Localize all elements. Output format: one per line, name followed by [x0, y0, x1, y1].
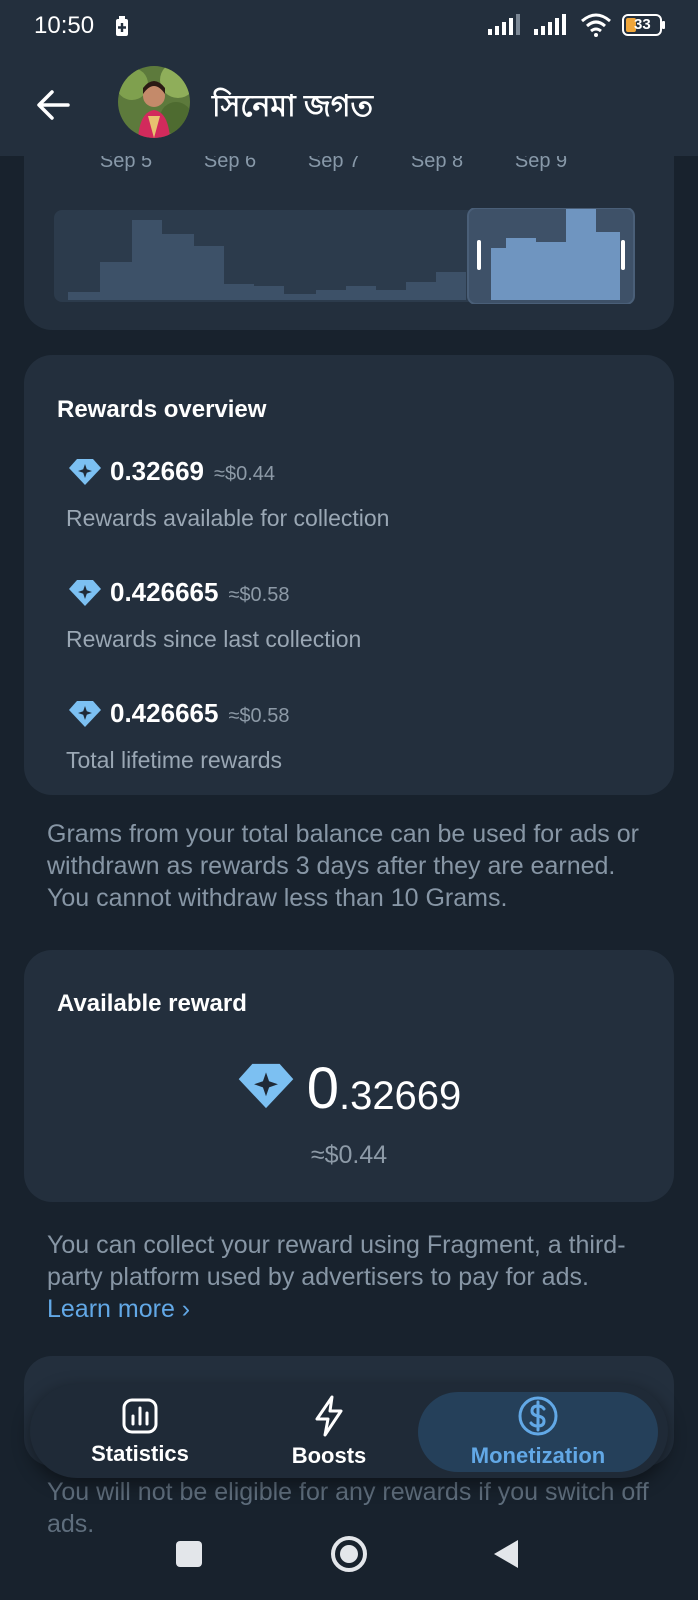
wifi-icon: [581, 13, 611, 37]
reward-amount-row: 0.426665 ≈$0.58: [68, 698, 289, 729]
recents-button[interactable]: [176, 1541, 202, 1567]
back-arrow-icon[interactable]: [28, 80, 78, 130]
bar-chart-icon: [122, 1398, 158, 1434]
balance-info-text: Grams from your total balance can be use…: [47, 820, 639, 912]
reward-amount-integer: 0: [306, 1056, 339, 1121]
reward-usd: ≈$0.58: [228, 584, 290, 606]
reward-amount: 0.426665: [110, 698, 219, 728]
fragment-info-text: You can collect your reward using Fragme…: [47, 1229, 657, 1325]
channel-avatar[interactable]: [118, 66, 190, 138]
ton-diamond-icon: [69, 579, 101, 606]
chart-range-selector[interactable]: [54, 208, 644, 304]
ton-diamond-icon: [238, 1063, 293, 1109]
reward-amount-row: 0.32669 ≈$0.44: [68, 456, 275, 487]
reward-amount-fraction: .32669: [338, 1074, 462, 1118]
available-reward-amount: 0 .32669: [0, 1060, 698, 1118]
battery-icon: 33: [622, 14, 666, 36]
available-reward-usd: ≈$0.44: [310, 1141, 388, 1169]
reward-amount: 0.32669: [110, 456, 204, 486]
reward-usd: ≈$0.44: [213, 463, 276, 485]
signal-icon: [534, 14, 566, 35]
available-reward-title: Available reward: [57, 990, 247, 1017]
learn-more-label[interactable]: Learn more: [47, 1295, 175, 1323]
reward-caption: Rewards available for collection: [66, 505, 390, 531]
nav-label: Statistics: [91, 1441, 189, 1466]
battery-level: 33: [634, 16, 651, 33]
rewards-overview-title: Rewards overview: [57, 396, 267, 423]
nav-item-monetization[interactable]: Monetization: [418, 1392, 658, 1472]
home-button[interactable]: [330, 1535, 368, 1573]
learn-more-link[interactable]: Learn more ›: [47, 1295, 190, 1323]
nav-item-statistics[interactable]: Statistics: [60, 1392, 220, 1472]
status-icons: 33: [488, 13, 666, 37]
nav-label: Monetization: [470, 1443, 606, 1468]
ton-diamond-icon: [69, 458, 101, 485]
fragment-info-body: You can collect your reward using Fragme…: [47, 1231, 626, 1291]
ton-diamond-icon: [69, 700, 101, 727]
reward-amount-row: 0.426665 ≈$0.58: [68, 577, 289, 608]
reward-usd: ≈$0.58: [228, 705, 290, 727]
channel-title: সিনেমা জগত: [212, 90, 374, 123]
signal-icon: [488, 14, 520, 35]
reward-caption: Total lifetime rewards: [66, 747, 283, 773]
reward-caption: Rewards since last collection: [66, 626, 362, 652]
back-nav-button[interactable]: [492, 1538, 520, 1570]
app-header: সিনেমা জগত: [0, 52, 698, 156]
range-handle-left[interactable]: [477, 240, 481, 270]
lightning-icon: [315, 1395, 343, 1437]
status-time: 10:50: [34, 12, 95, 39]
nav-item-boosts[interactable]: Boosts: [249, 1392, 409, 1472]
dollar-icon: [518, 1396, 558, 1436]
reward-amount: 0.426665: [110, 577, 219, 607]
battery-saver-icon: [116, 16, 128, 36]
system-navigation-bar: [0, 1514, 698, 1600]
nav-label: Boosts: [291, 1443, 367, 1468]
range-handle-right[interactable]: [621, 240, 625, 270]
